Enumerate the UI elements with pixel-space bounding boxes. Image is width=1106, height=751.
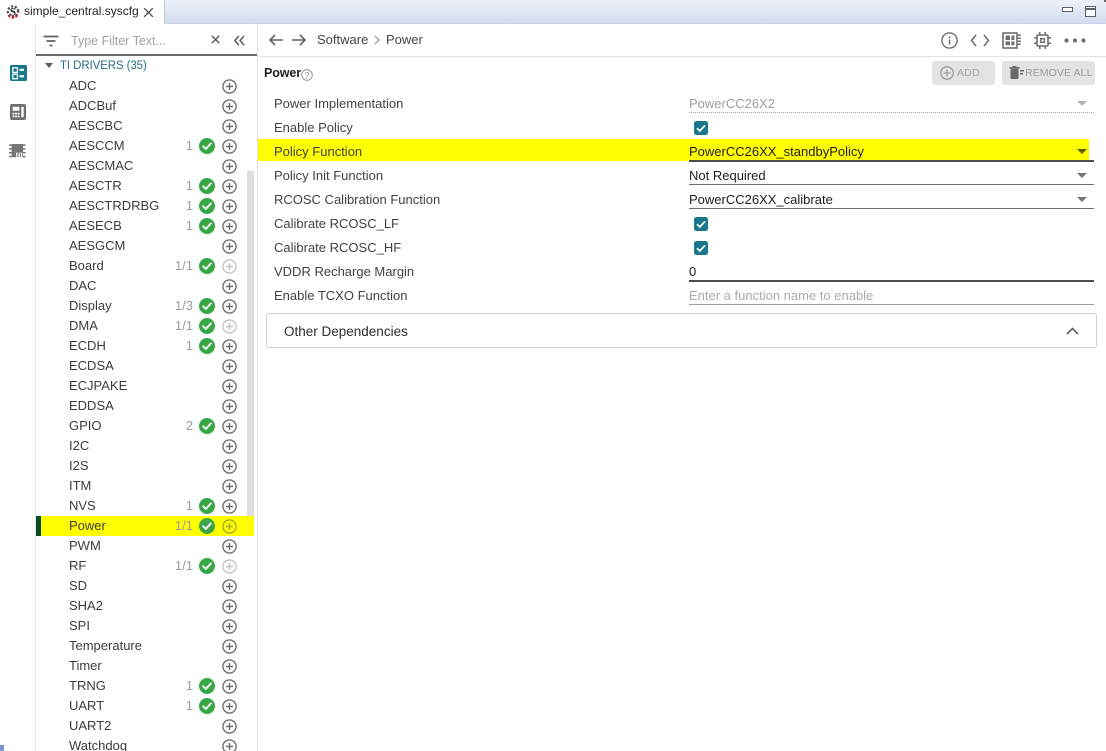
svg-text:?: ?: [305, 70, 310, 80]
svg-text:S: S: [10, 6, 16, 18]
